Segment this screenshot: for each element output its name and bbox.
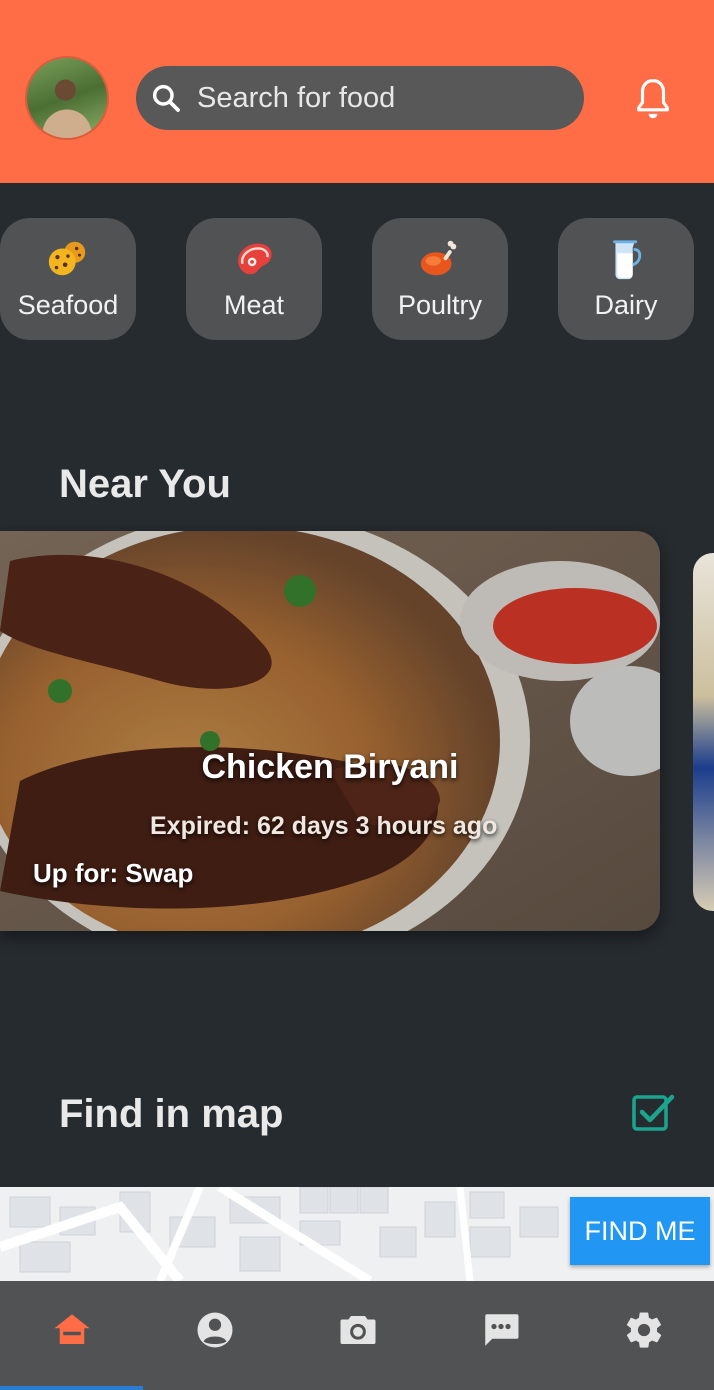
checkbox-checked-icon[interactable]: [632, 1093, 676, 1131]
category-label: Meat: [223, 290, 285, 320]
food-expiry: Expired: 62 days 3 hours ago: [150, 812, 498, 840]
food-title: Chicken Biryani: [201, 748, 459, 786]
find-me-button[interactable]: FIND ME: [570, 1197, 710, 1265]
active-tab-indicator: [0, 1386, 143, 1390]
milk-jug-icon: [558, 236, 694, 284]
home-icon: [54, 1314, 89, 1344]
chicken-leg-icon: [372, 236, 508, 284]
food-up-for: Up for: Swap: [33, 858, 194, 888]
bottom-navigation: [0, 1281, 714, 1390]
category-label: Poultry: [397, 290, 483, 320]
gear-icon: [626, 1312, 661, 1348]
category-seafood[interactable]: Seafood: [0, 218, 136, 340]
nav-camera[interactable]: [286, 1281, 429, 1390]
nav-settings[interactable]: [572, 1281, 714, 1390]
cookie-icon: [0, 236, 136, 284]
category-poultry[interactable]: Poultry: [372, 218, 508, 340]
search-icon: [152, 84, 180, 112]
near-you-title: Near You: [59, 462, 231, 506]
avatar[interactable]: [27, 58, 107, 138]
camera-icon: [340, 1316, 375, 1344]
nav-messages[interactable]: [429, 1281, 572, 1390]
chat-icon: [484, 1314, 518, 1346]
search-input[interactable]: Search for food: [136, 66, 584, 130]
nav-home[interactable]: [0, 1281, 143, 1390]
category-meat[interactable]: Meat: [186, 218, 322, 340]
nav-profile[interactable]: [143, 1281, 286, 1390]
notification-bell-icon[interactable]: [632, 76, 674, 122]
find-in-map-title: Find in map: [59, 1092, 284, 1136]
account-circle-icon: [197, 1312, 232, 1348]
steak-icon: [186, 236, 322, 284]
category-label: Dairy: [594, 290, 658, 320]
search-placeholder: Search for food: [197, 82, 396, 114]
app-header: Search for food: [0, 0, 714, 183]
category-label: Seafood: [17, 290, 119, 320]
next-food-card[interactable]: [693, 553, 714, 911]
category-dairy[interactable]: Dairy: [558, 218, 694, 340]
